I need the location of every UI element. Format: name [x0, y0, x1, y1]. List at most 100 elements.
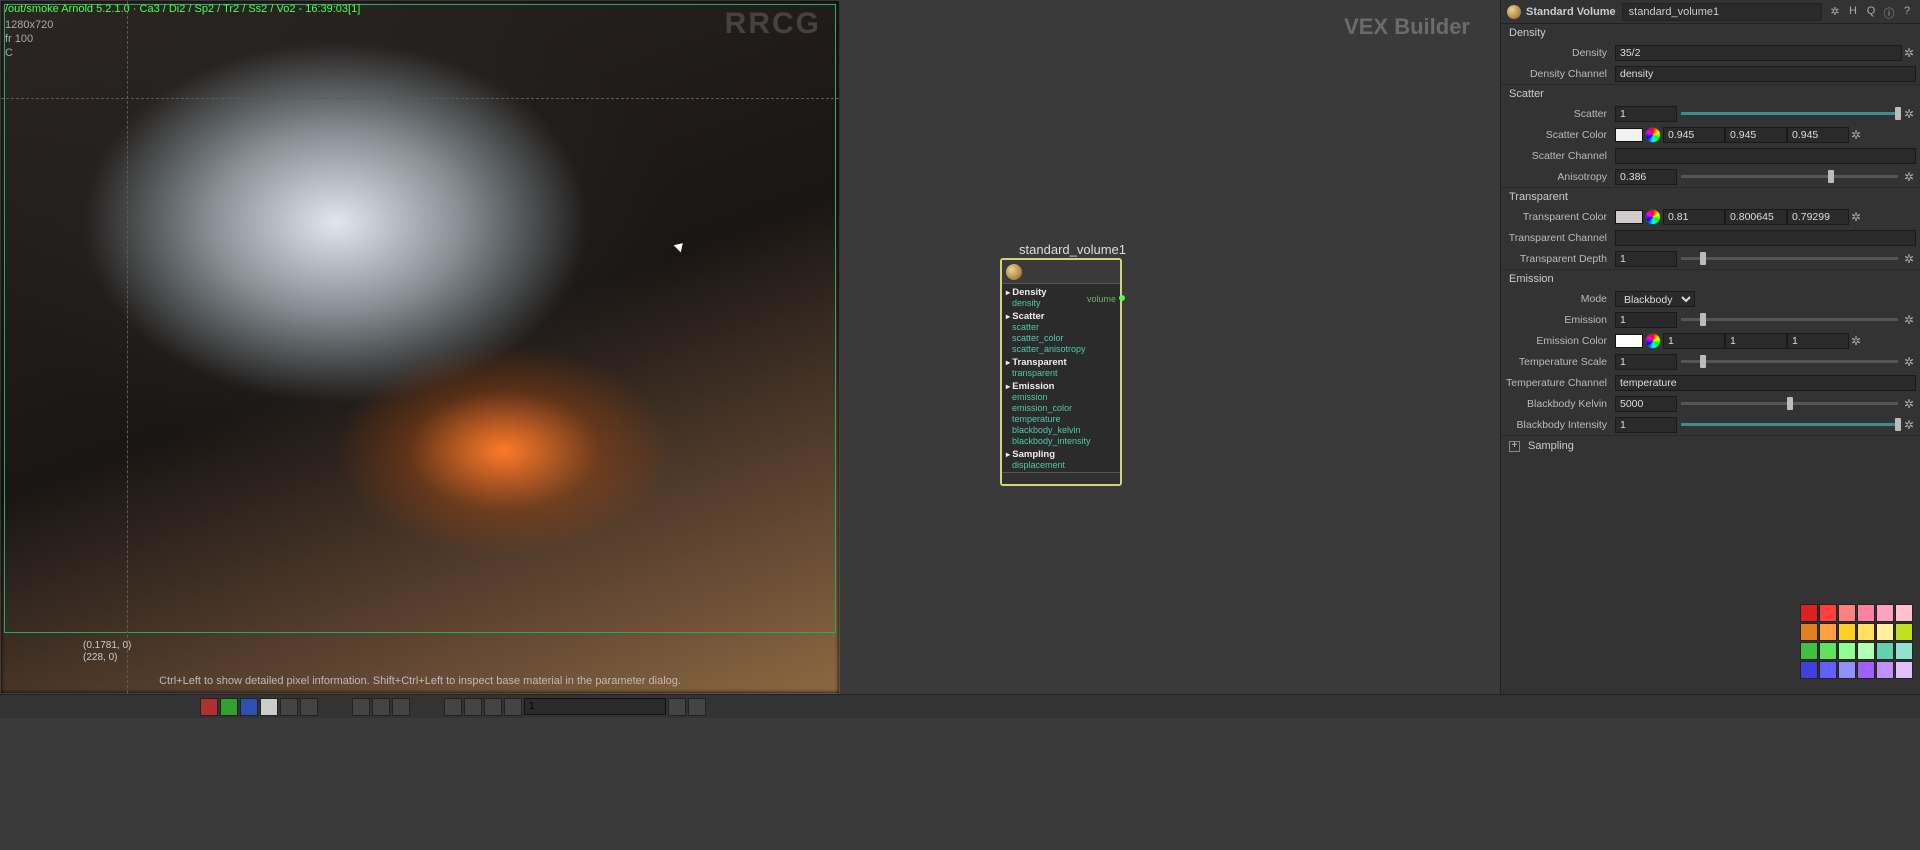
channel-b-button[interactable]: [240, 698, 258, 716]
node-port-temperature[interactable]: temperature: [1006, 414, 1116, 425]
palette-swatch[interactable]: [1876, 642, 1894, 660]
info-icon[interactable]: ⓘ: [1882, 5, 1896, 19]
anisotropy-slider[interactable]: [1681, 175, 1898, 178]
emission-color-g[interactable]: [1725, 333, 1787, 349]
scatter-color-g[interactable]: [1725, 127, 1787, 143]
scatter-color-r[interactable]: [1663, 127, 1725, 143]
help-icon[interactable]: ?: [1900, 5, 1914, 19]
color-picker-icon[interactable]: [1645, 127, 1661, 143]
node-section-sampling[interactable]: Sampling: [1006, 447, 1116, 460]
blackbody-intensity-input[interactable]: [1615, 417, 1677, 433]
gear-icon[interactable]: ✲: [1828, 5, 1842, 19]
render-viewport[interactable]: /out/smoke Arnold 5.2.1.0 · Ca3 / Di2 / …: [0, 0, 840, 694]
gear-icon[interactable]: ✲: [1849, 334, 1863, 348]
channel-r-button[interactable]: [200, 698, 218, 716]
anisotropy-input[interactable]: [1615, 169, 1677, 185]
palette-swatch[interactable]: [1895, 661, 1913, 679]
transparent-color-b[interactable]: [1787, 209, 1849, 225]
palette-swatch[interactable]: [1876, 661, 1894, 679]
emission-input[interactable]: [1615, 312, 1677, 328]
node-section-scatter[interactable]: Scatter: [1006, 309, 1116, 322]
section-sampling-collapsed[interactable]: + Sampling: [1501, 436, 1920, 456]
palette-swatch[interactable]: [1876, 623, 1894, 641]
palette-swatch[interactable]: [1857, 623, 1875, 641]
density-input[interactable]: [1615, 45, 1902, 61]
toolbar-button[interactable]: [484, 698, 502, 716]
scatter-slider[interactable]: [1681, 112, 1898, 115]
node-port-scatter[interactable]: scatter: [1006, 322, 1116, 333]
palette-swatch[interactable]: [1876, 604, 1894, 622]
color-picker-icon[interactable]: [1645, 209, 1661, 225]
node-standard-volume[interactable]: standard_volume1 volume Density density …: [1000, 258, 1122, 486]
temp-channel-input[interactable]: [1615, 375, 1916, 391]
search-icon[interactable]: Q: [1864, 5, 1878, 19]
palette-swatch[interactable]: [1819, 623, 1837, 641]
scatter-color-b[interactable]: [1787, 127, 1849, 143]
node-port-displacement[interactable]: displacement: [1006, 460, 1116, 471]
palette-swatch[interactable]: [1838, 661, 1856, 679]
emission-color-r[interactable]: [1663, 333, 1725, 349]
palette-swatch[interactable]: [1895, 642, 1913, 660]
palette-swatch[interactable]: [1819, 642, 1837, 660]
node-port-blackbody-kelvin[interactable]: blackbody_kelvin: [1006, 425, 1116, 436]
palette-swatch[interactable]: [1857, 604, 1875, 622]
node-port-blackbody-intensity[interactable]: blackbody_intensity: [1006, 436, 1116, 447]
transparent-depth-slider[interactable]: [1681, 257, 1898, 260]
palette-swatch[interactable]: [1800, 661, 1818, 679]
toolbar-button[interactable]: [504, 698, 522, 716]
channel-a-button[interactable]: [260, 698, 278, 716]
gear-icon[interactable]: ✲: [1902, 418, 1916, 432]
expand-icon[interactable]: +: [1509, 441, 1520, 452]
palette-swatch[interactable]: [1857, 661, 1875, 679]
toolbar-button[interactable]: [392, 698, 410, 716]
toolbar-button[interactable]: [444, 698, 462, 716]
palette-swatch[interactable]: [1838, 642, 1856, 660]
node-port-transparent[interactable]: transparent: [1006, 368, 1116, 379]
toolbar-button[interactable]: [280, 698, 298, 716]
palette-swatch[interactable]: [1819, 661, 1837, 679]
color-palette[interactable]: [1800, 604, 1914, 688]
node-section-transparent[interactable]: Transparent: [1006, 355, 1116, 368]
temp-scale-input[interactable]: [1615, 354, 1677, 370]
blackbody-kelvin-slider[interactable]: [1681, 402, 1898, 405]
node-port-scatter-color[interactable]: scatter_color: [1006, 333, 1116, 344]
palette-swatch[interactable]: [1857, 642, 1875, 660]
node-port-scatter-anisotropy[interactable]: scatter_anisotropy: [1006, 344, 1116, 355]
temp-scale-slider[interactable]: [1681, 360, 1898, 363]
palette-swatch[interactable]: [1895, 623, 1913, 641]
palette-swatch[interactable]: [1838, 604, 1856, 622]
node-output-port[interactable]: [1119, 295, 1125, 301]
gear-icon[interactable]: ✲: [1902, 170, 1916, 184]
heading-icon[interactable]: H: [1846, 5, 1860, 19]
node-port-emission-color[interactable]: emission_color: [1006, 403, 1116, 414]
toolbar-button[interactable]: [352, 698, 370, 716]
node-port-emission[interactable]: emission: [1006, 392, 1116, 403]
gear-icon[interactable]: ✲: [1902, 107, 1916, 121]
palette-swatch[interactable]: [1800, 623, 1818, 641]
emission-color-swatch[interactable]: [1615, 334, 1643, 348]
node-section-emission[interactable]: Emission: [1006, 379, 1116, 392]
color-picker-icon[interactable]: [1645, 333, 1661, 349]
emission-color-b[interactable]: [1787, 333, 1849, 349]
gear-icon[interactable]: ✲: [1902, 313, 1916, 327]
network-view[interactable]: VEX Builder standard_volume1 volume Dens…: [840, 0, 1500, 694]
transparent-depth-input[interactable]: [1615, 251, 1677, 267]
scatter-input[interactable]: [1615, 106, 1677, 122]
toolbar-button[interactable]: [464, 698, 482, 716]
gear-icon[interactable]: ✲: [1902, 355, 1916, 369]
transparent-channel-input[interactable]: [1615, 230, 1916, 246]
toolbar-button[interactable]: [668, 698, 686, 716]
palette-swatch[interactable]: [1895, 604, 1913, 622]
node-name-field[interactable]: standard_volume1: [1622, 3, 1822, 21]
density-channel-input[interactable]: [1615, 66, 1916, 82]
gear-icon[interactable]: ✲: [1849, 210, 1863, 224]
parameter-panel[interactable]: Standard Volume standard_volume1 ✲ H Q ⓘ…: [1500, 0, 1920, 694]
toolbar-button[interactable]: [372, 698, 390, 716]
node-header[interactable]: [1002, 260, 1120, 284]
gear-icon[interactable]: ✲: [1902, 397, 1916, 411]
transparent-color-swatch[interactable]: [1615, 210, 1643, 224]
footer-numeric-input[interactable]: [524, 698, 666, 715]
transparent-color-g[interactable]: [1725, 209, 1787, 225]
channel-g-button[interactable]: [220, 698, 238, 716]
transparent-color-r[interactable]: [1663, 209, 1725, 225]
